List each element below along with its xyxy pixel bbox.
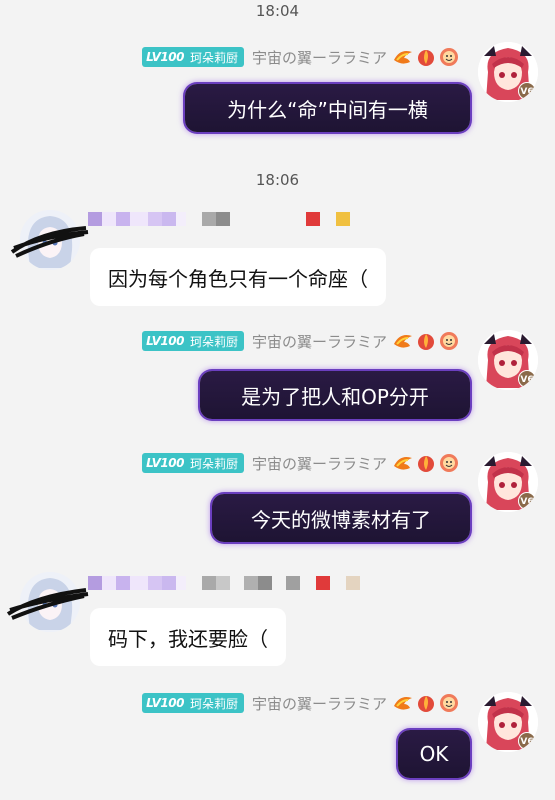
message-bubble[interactable]: OK [398,730,470,778]
message-bubble[interactable]: 今天的微博素材有了 [212,494,470,542]
message-bubble[interactable]: 因为每个角色只有一个命座（ [90,248,386,306]
message-text: 码下，我还要脸（ [108,626,268,651]
phoenix-medal-icon [394,457,412,470]
phoenix-medal-icon [394,697,412,710]
sender-info-row: LV100 珂朵莉厨 宇宙の翼ーララミア [142,690,460,716]
message-bubble[interactable]: 码下，我还要脸（ [90,608,286,666]
sender-info-row: LV100 珂朵莉厨 宇宙の翼ーララミア [142,328,460,354]
sender-nickname[interactable]: 宇宙の翼ーララミア [252,331,387,352]
message-text: 今天的微博素材有了 [251,507,431,532]
self-avatar[interactable]: V6 [478,452,538,512]
level-badge: LV100 珂朵莉厨 [142,453,244,473]
message-text: OK [419,742,449,766]
face-medal-icon [440,454,458,472]
self-avatar[interactable]: V6 [478,42,538,102]
timestamp: 18:06 [255,171,300,189]
redacted-username [88,212,350,226]
sender-nickname[interactable]: 宇宙の翼ーララミア [252,693,387,714]
phoenix-medal-icon [394,51,412,64]
phoenix-medal-icon [394,335,412,348]
sender-info-row: LV100 珂朵莉厨 宇宙の翼ーララミア [142,44,460,70]
message-bubble[interactable]: 是为了把人和OP分开 [200,371,470,419]
message-text: 为什么“命”中间有一横 [227,97,428,122]
vip-badge: V6 [518,732,536,750]
message-text: 是为了把人和OP分开 [241,384,429,409]
face-medal-icon [440,694,458,712]
fire-medal-icon [418,456,434,472]
vip-badge: V6 [518,82,536,100]
timestamp: 18:04 [255,2,300,20]
message-text: 因为每个角色只有一个命座（ [108,266,368,291]
sender-info-row: LV100 珂朵莉厨 宇宙の翼ーララミア [142,450,460,476]
level-badge: LV100 珂朵莉厨 [142,331,244,351]
redacted-username [88,576,360,590]
face-medal-icon [440,332,458,350]
fire-medal-icon [418,696,434,712]
redaction-scribble [10,226,89,258]
level-badge: LV100 珂朵莉厨 [142,47,244,67]
self-avatar[interactable]: V6 [478,692,538,752]
self-avatar[interactable]: V6 [478,330,538,390]
fire-medal-icon [418,334,434,350]
level-badge: LV100 珂朵莉厨 [142,693,244,713]
redaction-scribble [6,588,89,620]
sender-nickname[interactable]: 宇宙の翼ーララミア [252,453,387,474]
fire-medal-icon [418,50,434,66]
face-medal-icon [440,48,458,66]
message-bubble[interactable]: 为什么“命”中间有一横 [185,84,470,132]
vip-badge: V6 [518,370,536,388]
vip-badge: V6 [518,492,536,510]
sender-nickname[interactable]: 宇宙の翼ーララミア [252,47,387,68]
